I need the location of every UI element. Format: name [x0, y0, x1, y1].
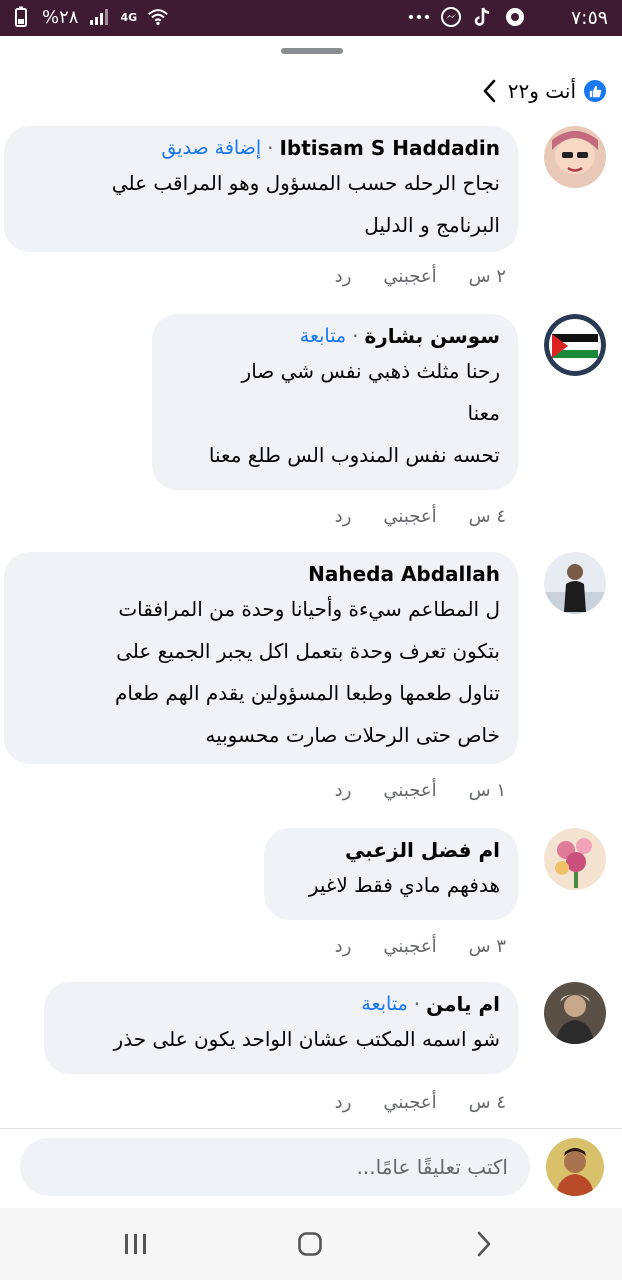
messenger-icon — [440, 6, 462, 28]
avatar[interactable] — [544, 126, 606, 188]
status-icons-left: %٢٨ 4G — [10, 6, 169, 28]
home-icon[interactable] — [290, 1228, 330, 1260]
comment-item: Naheda Abdallah ل المطاعم سيءة وأحيانا و… — [4, 552, 606, 812]
battery-icon — [10, 6, 32, 28]
reply-button[interactable]: رد — [335, 780, 352, 801]
comment-author[interactable]: سوسن بشارة — [364, 324, 500, 348]
reply-button[interactable]: رد — [335, 506, 352, 527]
comment-bubble[interactable]: سوسن بشارة · متابعة رحنا مثلث ذهبي نفس ش… — [152, 314, 518, 490]
like-button[interactable]: أعجبني — [383, 1092, 436, 1113]
recent-apps-icon[interactable] — [116, 1228, 156, 1260]
comment-text: هدفهم مادي فقط لاغير — [308, 873, 500, 897]
comment-bubble[interactable]: Ibtisam S Haddadin · إضافة صديق نجاح الر… — [4, 126, 518, 252]
reactions-summary[interactable]: أنت و٢٢ — [478, 76, 606, 106]
comment-author[interactable]: ام فضل الزعبي — [345, 838, 500, 862]
sheet-drag-handle[interactable] — [281, 48, 343, 54]
app-notification-icon — [504, 6, 526, 28]
comment-text: شو اسمه المكتب عشان الواحد يكون على حذر — [113, 1027, 500, 1051]
comment-bubble[interactable]: Naheda Abdallah ل المطاعم سيءة وأحيانا و… — [4, 552, 518, 764]
comment-author[interactable]: Naheda Abdallah — [308, 562, 500, 586]
comment-actions: ٢ س أعجبني رد — [335, 266, 506, 287]
comment-bubble[interactable]: ام يامن · متابعة شو اسمه المكتب عشان الو… — [44, 982, 518, 1074]
more-dots-icon — [408, 6, 430, 28]
avatar[interactable] — [544, 828, 606, 890]
comment-text: رحنا مثلث ذهبي نفس شي صار معنا تحسه نفس … — [208, 359, 500, 467]
network-type: 4G — [120, 10, 138, 24]
comment-item: Ibtisam S Haddadin · إضافة صديق نجاح الر… — [4, 126, 606, 296]
signal-icon — [88, 6, 110, 28]
comment-author[interactable]: ام يامن — [426, 992, 500, 1016]
comment-input[interactable] — [20, 1138, 530, 1196]
comment-time: ٤ س — [468, 1092, 506, 1113]
like-icon — [584, 80, 606, 102]
follow-link[interactable]: متابعة — [300, 325, 346, 347]
comment-author[interactable]: Ibtisam S Haddadin — [279, 136, 500, 160]
status-time: ٧:٥٩ — [570, 7, 608, 29]
comment-time: ٢ س — [468, 266, 506, 287]
reply-button[interactable]: رد — [335, 936, 352, 957]
separator-dot: · — [267, 136, 274, 160]
like-button[interactable]: أعجبني — [383, 506, 436, 527]
add-friend-link[interactable]: إضافة صديق — [161, 137, 261, 159]
comment-actions: ٤ س أعجبني رد — [335, 506, 506, 527]
reply-button[interactable]: رد — [335, 1092, 352, 1113]
comment-time: ١ س — [468, 780, 506, 801]
separator-dot: · — [413, 992, 421, 1016]
tiktok-icon — [472, 6, 494, 28]
current-user-avatar — [546, 1138, 604, 1196]
like-button[interactable]: أعجبني — [383, 936, 436, 957]
comment-item: ام يامن · متابعة شو اسمه المكتب عشان الو… — [6, 982, 606, 1118]
status-icons-right — [408, 6, 526, 28]
like-button[interactable]: أعجبني — [383, 266, 436, 287]
comment-bubble[interactable]: ام فضل الزعبي هدفهم مادي فقط لاغير — [264, 828, 518, 920]
comment-time: ٣ س — [468, 936, 506, 957]
comment-item: سوسن بشارة · متابعة رحنا مثلث ذهبي نفس ش… — [6, 314, 606, 534]
back-icon[interactable] — [464, 1228, 504, 1260]
avatar[interactable] — [544, 552, 606, 614]
separator-dot: · — [352, 324, 359, 348]
wifi-icon — [147, 6, 169, 28]
comment-actions: ٤ س أعجبني رد — [335, 1092, 506, 1113]
avatar[interactable] — [544, 314, 606, 376]
battery-percent: %٢٨ — [42, 6, 79, 28]
android-nav-bar — [0, 1208, 622, 1280]
like-button[interactable]: أعجبني — [383, 780, 436, 801]
reactions-label: أنت و٢٢ — [507, 79, 576, 103]
comment-item: ام فضل الزعبي هدفهم مادي فقط لاغير ٣ س أ… — [6, 828, 606, 968]
comment-actions: ٣ س أعجبني رد — [335, 936, 506, 957]
comment-text: نجاح الرحله حسب المسؤول وهو المراقب علي … — [111, 171, 500, 237]
comment-time: ٤ س — [468, 506, 506, 527]
reply-button[interactable]: رد — [335, 266, 352, 287]
avatar[interactable] — [544, 982, 606, 1044]
composer-divider — [0, 1128, 622, 1129]
comment-actions: ١ س أعجبني رد — [335, 780, 506, 801]
status-bar: %٢٨ 4G ٧:٥٩ — [0, 0, 622, 36]
comment-text: ل المطاعم سيءة وأحيانا وحدة من المرافقات… — [114, 597, 500, 747]
chevron-left-icon[interactable] — [478, 77, 500, 105]
follow-link[interactable]: متابعة — [361, 993, 407, 1015]
